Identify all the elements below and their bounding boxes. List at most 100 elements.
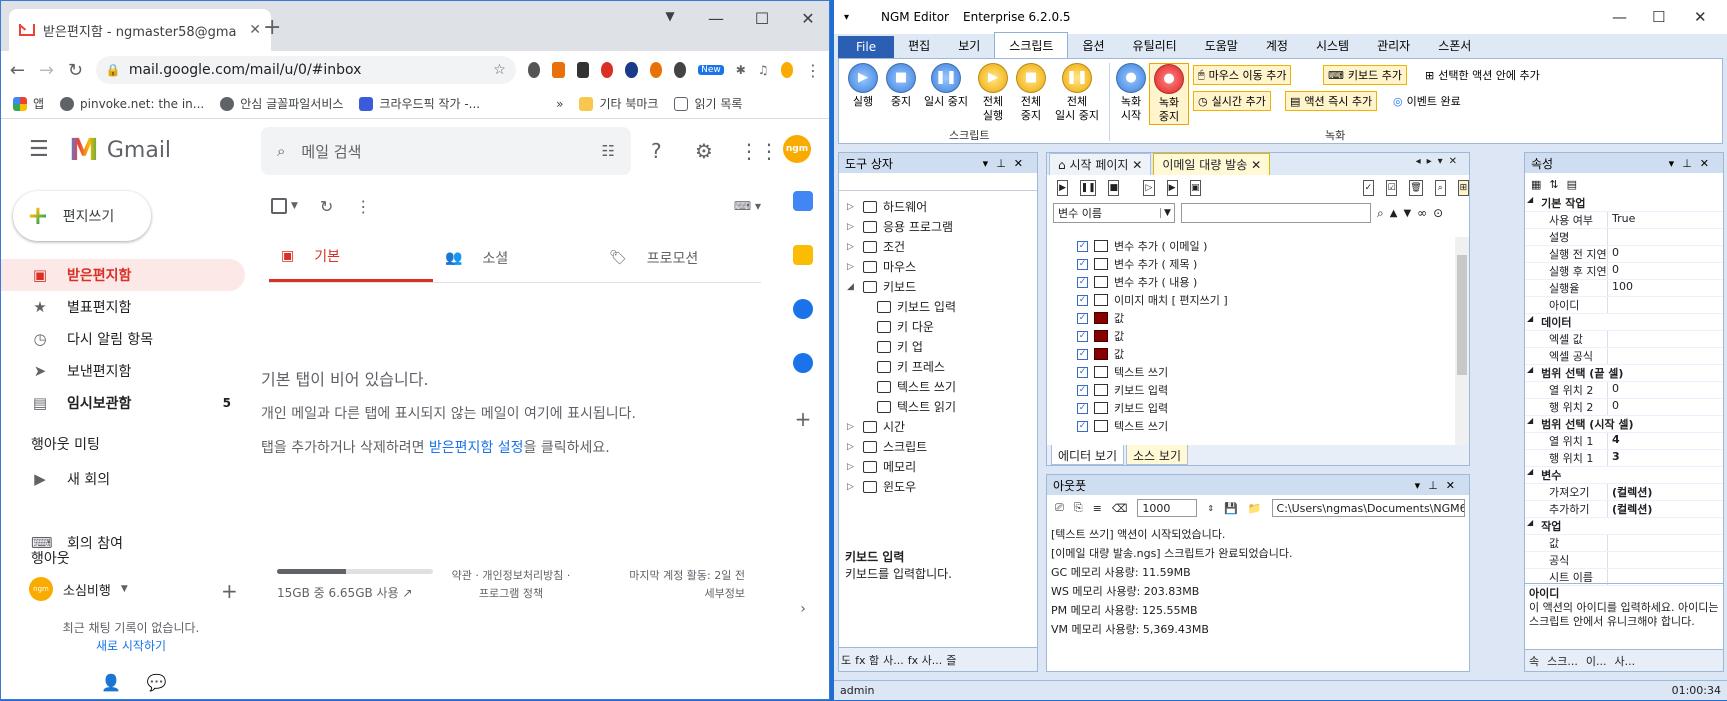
search-input[interactable]: 메일 검색 (301, 141, 585, 162)
action-item[interactable]: ✓ 이미지 매치 [ 편지쓰기 ] (1047, 291, 1469, 309)
tab-admin[interactable]: 관리자 (1363, 33, 1424, 58)
action-item[interactable]: ✓ 텍스트 쓰기 (1047, 363, 1469, 381)
property-row[interactable]: 아이디 (1525, 297, 1723, 314)
tab-sponsor[interactable]: 스폰서 (1424, 33, 1485, 58)
panel-controls[interactable]: ▾⊥✕ (1415, 479, 1463, 492)
nav-snoozed[interactable]: ◷ 다시 알림 항목 (1, 323, 245, 355)
property-value[interactable] (1607, 552, 1723, 568)
tree-node[interactable]: ▷ 스크립트 (847, 437, 1037, 457)
extension-icon[interactable] (649, 62, 662, 78)
property-value[interactable]: 0 (1607, 263, 1723, 279)
calendar-icon[interactable] (793, 191, 813, 211)
back-icon[interactable]: ← (9, 60, 26, 81)
action-checkbox[interactable]: ✓ (1077, 276, 1088, 288)
expand-arrow-icon[interactable]: ▷ (847, 257, 857, 277)
minimize-button[interactable]: — (1612, 8, 1627, 26)
expand-arrow-icon[interactable]: ▷ (847, 197, 857, 217)
expand-arrow-icon[interactable]: ▷ (847, 417, 857, 437)
tasks-icon[interactable] (793, 299, 813, 319)
start-new-link[interactable]: 새로 시작하기 (21, 637, 241, 655)
footer-tab[interactable]: 사... (1614, 653, 1635, 669)
tree-node[interactable]: ▷ 하드웨어 (847, 197, 1037, 217)
open-external-icon[interactable]: ↗ (402, 586, 412, 600)
save-icon[interactable]: 💾 (1224, 502, 1238, 515)
tab-help[interactable]: 도움말 (1191, 33, 1252, 58)
footer-tab[interactable]: fx 함 (855, 652, 879, 668)
policy-links[interactable]: 약관 · 개인정보처리방침 · 프로그램 정책 (431, 567, 591, 603)
property-value[interactable]: 0 (1607, 399, 1723, 415)
delete-icon[interactable]: 🗑 (1409, 180, 1423, 196)
more-icon[interactable]: ⊙ (1433, 206, 1443, 220)
tree-node[interactable]: ▷ 윈도우 (847, 477, 1037, 497)
tab-account[interactable]: 계정 (1252, 33, 1302, 58)
categorized-icon[interactable]: ▦ (1531, 178, 1541, 191)
property-row[interactable]: 사용 여부 True (1525, 212, 1723, 229)
property-value[interactable] (1607, 297, 1723, 313)
maximize-button[interactable]: ☐ (1652, 8, 1665, 26)
variable-select[interactable]: 변수 이름 ▼ (1053, 203, 1175, 223)
tree-node[interactable]: 키 업 (847, 337, 1037, 357)
tree-node[interactable]: 키보드 입력 (847, 297, 1037, 317)
new-extension-badge[interactable]: New (698, 65, 724, 75)
bookmark-star-icon[interactable]: ☆ (493, 62, 506, 78)
property-value[interactable]: 100 (1607, 280, 1723, 296)
tree-node[interactable]: ▷ 마우스 (847, 257, 1037, 277)
add-keyboard-button[interactable]: ⌨ 키보드 추가 (1323, 65, 1407, 85)
action-checkbox[interactable]: ✓ (1077, 402, 1088, 414)
event-complete-button[interactable]: ◎ 이벤트 완료 (1389, 91, 1465, 111)
action-checkbox[interactable]: ✓ (1077, 312, 1088, 324)
action-item[interactable]: ✓ 변수 추가 ( 이메일 ) (1047, 237, 1469, 255)
search-options-icon[interactable]: ☷ (602, 142, 615, 160)
action-checkbox[interactable]: ✓ (1077, 240, 1088, 252)
action-checkbox[interactable]: ✓ (1077, 384, 1088, 396)
main-menu-icon[interactable]: ☰ (29, 137, 49, 162)
run-from-icon[interactable]: ▶ (1166, 180, 1178, 196)
collapse-icon[interactable]: ◢ (1525, 314, 1535, 330)
collapse-icon[interactable]: ◢ (1525, 518, 1535, 534)
pause-all-button[interactable]: ❚❚ 전체 일시 중지 (1049, 63, 1105, 123)
stop-icon[interactable]: ■ (1108, 180, 1120, 196)
expand-arrow-icon[interactable]: ▷ (847, 437, 857, 457)
tab-start-page[interactable]: ⌂ 시작 페이지 ✕ (1049, 153, 1152, 175)
property-category[interactable]: ◢ 변수 (1525, 467, 1723, 484)
bookmark-reading-list[interactable]: 읽기 목록 (674, 95, 742, 112)
eraser-icon[interactable]: ⌫ (1112, 502, 1128, 515)
property-row[interactable]: 값 (1525, 535, 1723, 552)
tab-editor-view[interactable]: 에디터 보기 (1051, 445, 1125, 465)
run-button[interactable]: ▶ 실행 (843, 63, 883, 109)
omnibox[interactable]: 🔒 mail.google.com/mail/u/0/#inbox ☆ (95, 56, 516, 84)
tree-node[interactable]: 키 프레스 (847, 357, 1037, 377)
property-category[interactable]: ◢ 작업 (1525, 518, 1723, 535)
compose-button[interactable]: + 편지쓰기 (13, 191, 151, 241)
tree-node[interactable]: ◢ 키보드 (847, 277, 1037, 297)
tree-view-icon[interactable]: ⊞ (1457, 180, 1469, 196)
stop-button[interactable]: ■ 중지 (881, 63, 921, 109)
action-item[interactable]: ✓ 키보드 입력 (1047, 399, 1469, 417)
bookmark-other[interactable]: 기타 북마크 (579, 95, 658, 112)
input-tools-icon[interactable]: ⌨ ▾ (734, 199, 761, 213)
property-row[interactable]: 실행 후 지연 0 (1525, 263, 1723, 280)
property-value[interactable] (1607, 348, 1723, 364)
tab-edit[interactable]: 편집 (894, 33, 944, 58)
tab-search-icon[interactable]: ▼ (655, 9, 685, 23)
collapse-icon[interactable]: ◢ (1525, 467, 1535, 483)
footer-tab[interactable]: 도 (841, 652, 851, 668)
action-checkbox[interactable]: ✓ (1077, 420, 1088, 432)
add-inside-selected-button[interactable]: ⊞ 선택한 액션 안에 추가 (1421, 65, 1544, 85)
action-item[interactable]: ✓ 변수 추가 ( 제목 ) (1047, 255, 1469, 273)
person-icon[interactable]: 👤 (101, 673, 121, 692)
chevron-down-icon[interactable]: ▼ (121, 584, 128, 594)
tab-utility[interactable]: 유틸리티 (1119, 33, 1191, 58)
tab-script[interactable]: 스크립트 (994, 32, 1069, 58)
action-list-scrollbar[interactable] (1455, 237, 1469, 447)
chat-bubble-icon[interactable]: 💬 (147, 673, 167, 692)
bookmark-crowdpic[interactable]: 크라우드픽 작가 -... (359, 95, 480, 112)
footer-tab[interactable]: 속 (1529, 653, 1539, 669)
sort-alpha-icon[interactable]: ⇅ (1549, 178, 1558, 191)
property-value[interactable]: 4 (1607, 433, 1723, 449)
action-checkbox[interactable]: ✓ (1077, 258, 1088, 270)
chrome-menu-icon[interactable]: ⋮ (805, 61, 821, 80)
extension-icon[interactable] (552, 62, 565, 78)
stepper-icon[interactable]: ⇕ (1207, 504, 1214, 513)
property-row[interactable]: 가져오기 (컬렉션) (1525, 484, 1723, 501)
